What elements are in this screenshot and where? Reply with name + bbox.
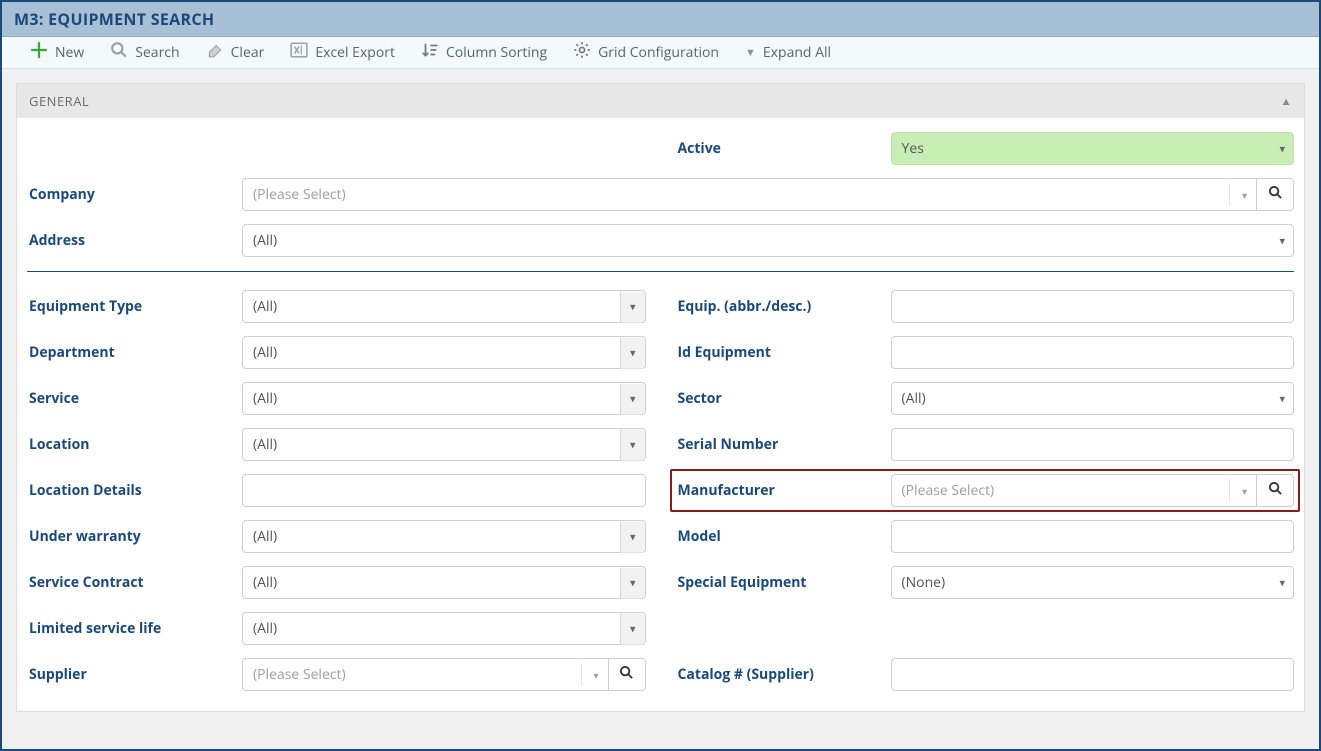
equipment-type-select[interactable]: (All) <box>242 290 646 323</box>
catalog-supplier-label: Catalog # (Supplier) <box>676 665 891 684</box>
panel-title: GENERAL <box>29 92 89 110</box>
under-warranty-label: Under warranty <box>27 527 242 546</box>
active-select[interactable]: Yes <box>891 132 1295 165</box>
address-select[interactable]: (All) <box>242 224 1294 257</box>
manufacturer-label: Manufacturer <box>676 481 891 500</box>
expand-all-button[interactable]: ▼ Expand All <box>745 43 831 62</box>
search-icon <box>110 41 128 64</box>
service-label: Service <box>27 389 242 408</box>
location-details-label: Location Details <box>27 481 242 500</box>
column-sorting-button[interactable]: Column Sorting <box>421 41 547 64</box>
special-equipment-select[interactable]: (None) <box>891 566 1295 599</box>
company-label: Company <box>27 185 242 204</box>
equipment-search-window: M3: EQUIPMENT SEARCH New Search Clear Ex… <box>0 0 1321 751</box>
panel-body: Active Yes Company (Pl <box>17 118 1304 711</box>
new-button[interactable]: New <box>30 41 84 64</box>
toolbar: New Search Clear Excel Export Column Sor… <box>2 37 1319 69</box>
collapse-icon: ▲ <box>1281 94 1292 109</box>
address-label: Address <box>27 231 242 250</box>
department-select[interactable]: (All) <box>242 336 646 369</box>
location-label: Location <box>27 435 242 454</box>
manufacturer-combo[interactable]: (Please Select) <box>891 474 1257 507</box>
manufacturer-field-highlight: Manufacturer (Please Select) <box>670 469 1301 512</box>
service-select[interactable]: (All) <box>242 382 646 415</box>
new-label: New <box>55 43 84 62</box>
active-label: Active <box>676 139 891 158</box>
separator <box>27 271 1294 272</box>
search-icon <box>1268 185 1283 205</box>
sector-select[interactable]: (All) <box>891 382 1295 415</box>
sector-label: Sector <box>676 389 891 408</box>
id-equipment-label: Id Equipment <box>676 343 891 362</box>
excel-icon <box>290 41 308 64</box>
serial-number-label: Serial Number <box>676 435 891 454</box>
catalog-supplier-input[interactable] <box>891 658 1295 691</box>
location-details-input[interactable] <box>242 474 646 507</box>
eraser-icon <box>206 41 224 64</box>
excel-export-button[interactable]: Excel Export <box>290 41 395 64</box>
supplier-lookup-button[interactable] <box>608 658 646 691</box>
chevron-down-icon: ▼ <box>745 45 756 60</box>
model-label: Model <box>676 527 891 546</box>
sort-icon <box>421 41 439 64</box>
general-panel-header[interactable]: GENERAL ▲ <box>17 84 1304 118</box>
limited-service-life-label: Limited service life <box>27 619 242 638</box>
search-label: Search <box>135 43 179 62</box>
sort-label: Column Sorting <box>446 43 547 62</box>
search-button[interactable]: Search <box>110 41 179 64</box>
gear-icon <box>573 41 591 64</box>
grid-config-button[interactable]: Grid Configuration <box>573 41 719 64</box>
under-warranty-select[interactable]: (All) <box>242 520 646 553</box>
spacer <box>27 132 646 165</box>
model-input[interactable] <box>891 520 1295 553</box>
equipment-type-label: Equipment Type <box>27 297 242 316</box>
company-combo[interactable]: (Please Select) <box>242 178 1256 211</box>
supplier-combo[interactable]: (Please Select) <box>242 658 608 691</box>
location-select[interactable]: (All) <box>242 428 646 461</box>
department-label: Department <box>27 343 242 362</box>
manufacturer-lookup-button[interactable] <box>1256 474 1294 507</box>
general-panel: GENERAL ▲ Active Yes <box>16 83 1305 712</box>
spacer <box>676 612 1295 645</box>
company-lookup-button[interactable] <box>1256 178 1294 211</box>
serial-number-input[interactable] <box>891 428 1295 461</box>
equip-abbr-label: Equip. (abbr./desc.) <box>676 297 891 316</box>
id-equipment-input[interactable] <box>891 336 1295 369</box>
search-icon <box>1268 481 1283 501</box>
supplier-label: Supplier <box>27 665 242 684</box>
excel-label: Excel Export <box>315 43 395 62</box>
search-icon <box>619 665 634 685</box>
special-equipment-label: Special Equipment <box>676 573 891 592</box>
grid-label: Grid Configuration <box>598 43 719 62</box>
service-contract-label: Service Contract <box>27 573 242 592</box>
content-area: GENERAL ▲ Active Yes <box>2 69 1319 749</box>
clear-button[interactable]: Clear <box>206 41 265 64</box>
expand-label: Expand All <box>763 43 831 62</box>
service-contract-select[interactable]: (All) <box>242 566 646 599</box>
clear-label: Clear <box>231 43 265 62</box>
window-title: M3: EQUIPMENT SEARCH <box>2 2 1319 37</box>
equip-abbr-input[interactable] <box>891 290 1295 323</box>
plus-icon <box>30 41 48 64</box>
limited-service-life-select[interactable]: (All) <box>242 612 646 645</box>
